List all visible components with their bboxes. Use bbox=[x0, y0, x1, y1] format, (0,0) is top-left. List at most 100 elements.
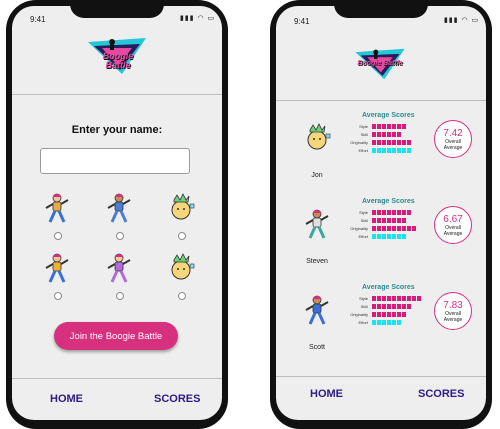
nav-divider bbox=[276, 376, 486, 377]
phone-notch bbox=[70, 0, 164, 18]
rating-segment bbox=[382, 304, 386, 309]
rating-segment bbox=[377, 124, 381, 129]
rating-segment bbox=[372, 210, 376, 215]
rating-segment bbox=[397, 218, 401, 223]
dancer-avatar-6-icon[interactable] bbox=[166, 252, 196, 284]
overall-score-value: 6.67 bbox=[443, 214, 463, 225]
rating-segment bbox=[397, 132, 401, 137]
rating-segment bbox=[372, 226, 376, 231]
rating-segment bbox=[377, 312, 381, 317]
rating-segment bbox=[392, 132, 396, 137]
dancer-avatar-1-icon[interactable] bbox=[42, 192, 72, 224]
rating-bar-skill bbox=[372, 304, 411, 309]
rating-segment bbox=[372, 312, 376, 317]
join-screen: 9:41 ▮▮▮ ◠ ▭ Boogie Battle Enter your na… bbox=[12, 6, 222, 420]
rating-label-originality: Originality bbox=[350, 312, 368, 317]
rating-segment bbox=[402, 296, 406, 301]
join-button[interactable]: Join the Boogie Battle bbox=[54, 322, 178, 350]
rating-segment bbox=[402, 140, 406, 145]
rating-segment bbox=[372, 296, 376, 301]
rating-segment bbox=[377, 320, 381, 325]
avatar-radio[interactable] bbox=[178, 292, 186, 300]
player-avatar-icon bbox=[302, 122, 332, 154]
rating-segment bbox=[372, 304, 376, 309]
player-name: Jon bbox=[311, 172, 323, 179]
rating-segment bbox=[407, 226, 411, 231]
average-label: Average bbox=[443, 145, 463, 151]
average-label: Average bbox=[443, 317, 463, 323]
avatar-radio[interactable] bbox=[54, 292, 62, 300]
rating-segment bbox=[387, 218, 391, 223]
rating-bar-originality bbox=[372, 140, 411, 145]
rating-segment bbox=[377, 132, 381, 137]
player-avatar-icon bbox=[302, 294, 332, 326]
avatar-radio[interactable] bbox=[178, 232, 186, 240]
rating-segment bbox=[397, 226, 401, 231]
player-name: Steven bbox=[306, 258, 328, 265]
status-icons: ▮▮▮ ◠ ▭ bbox=[180, 15, 216, 22]
rating-segment bbox=[387, 226, 391, 231]
rating-segment bbox=[382, 320, 386, 325]
dancer-avatar-5-icon[interactable] bbox=[104, 252, 134, 284]
phone-scores: 9:41 ▮▮▮ ◠ ▭ Boogie Battle Jon Average Sc… bbox=[270, 0, 492, 429]
status-time: 9:41 bbox=[294, 17, 310, 26]
dancer-avatar-3-icon[interactable] bbox=[166, 192, 196, 224]
average-label: Average bbox=[443, 231, 463, 237]
avatar-radio[interactable] bbox=[54, 232, 62, 240]
rating-segment bbox=[387, 124, 391, 129]
rating-label-skill: Skill bbox=[360, 304, 368, 309]
average-scores-title: Average Scores bbox=[362, 112, 415, 119]
rating-segment bbox=[382, 226, 386, 231]
rating-segment bbox=[407, 296, 411, 301]
rating-segment bbox=[402, 312, 406, 317]
header-divider bbox=[12, 94, 222, 95]
rating-segment bbox=[382, 124, 386, 129]
phone-join: 9:41 ▮▮▮ ◠ ▭ Boogie Battle Enter your na… bbox=[6, 0, 228, 429]
rating-segment bbox=[382, 210, 386, 215]
nav-scores[interactable]: SCORES bbox=[418, 388, 464, 400]
rating-segment bbox=[402, 148, 406, 153]
rating-segment bbox=[392, 304, 396, 309]
rating-segment bbox=[372, 148, 376, 153]
rating-bar-originality bbox=[372, 312, 406, 317]
rating-segment bbox=[402, 226, 406, 231]
rating-segment bbox=[372, 234, 376, 239]
dancer-avatar-2-icon[interactable] bbox=[104, 192, 134, 224]
rating-segment bbox=[417, 296, 421, 301]
rating-label-originality: Originality bbox=[350, 226, 368, 231]
average-scores-title: Average Scores bbox=[362, 284, 415, 291]
nav-scores[interactable]: SCORES bbox=[154, 393, 200, 405]
name-input[interactable] bbox=[40, 148, 190, 174]
avatar-radio[interactable] bbox=[116, 292, 124, 300]
rating-segment bbox=[387, 320, 391, 325]
rating-segment bbox=[397, 234, 401, 239]
overall-score-badge: 6.67 Overall Average bbox=[434, 206, 472, 244]
rating-segment bbox=[382, 312, 386, 317]
overall-score-badge: 7.42 Overall Average bbox=[434, 120, 472, 158]
rating-segment bbox=[402, 234, 406, 239]
rating-segment bbox=[412, 296, 416, 301]
rating-bar-skill bbox=[372, 218, 406, 223]
rating-label-effort: Effort bbox=[358, 320, 369, 325]
rating-segment bbox=[387, 148, 391, 153]
rating-segment bbox=[392, 320, 396, 325]
rating-segment bbox=[392, 218, 396, 223]
avatar-radio[interactable] bbox=[116, 232, 124, 240]
rating-label-effort: Effort bbox=[358, 148, 369, 153]
player-avatar-icon bbox=[302, 208, 332, 240]
phone-notch bbox=[334, 0, 428, 18]
logo-word-2: Battle bbox=[105, 60, 131, 70]
rating-label-style: Style bbox=[359, 124, 368, 129]
rating-segment bbox=[392, 226, 396, 231]
rating-bar-effort bbox=[372, 320, 401, 325]
nav-home[interactable]: HOME bbox=[50, 393, 83, 405]
rating-segment bbox=[377, 296, 381, 301]
rating-segment bbox=[392, 234, 396, 239]
dancer-avatar-4-icon[interactable] bbox=[42, 252, 72, 284]
rating-segment bbox=[412, 226, 416, 231]
rating-segment bbox=[377, 140, 381, 145]
logo-text: Boogie Battle bbox=[90, 52, 146, 70]
rating-segment bbox=[397, 140, 401, 145]
rating-label-style: Style bbox=[359, 296, 368, 301]
nav-home[interactable]: HOME bbox=[310, 388, 343, 400]
